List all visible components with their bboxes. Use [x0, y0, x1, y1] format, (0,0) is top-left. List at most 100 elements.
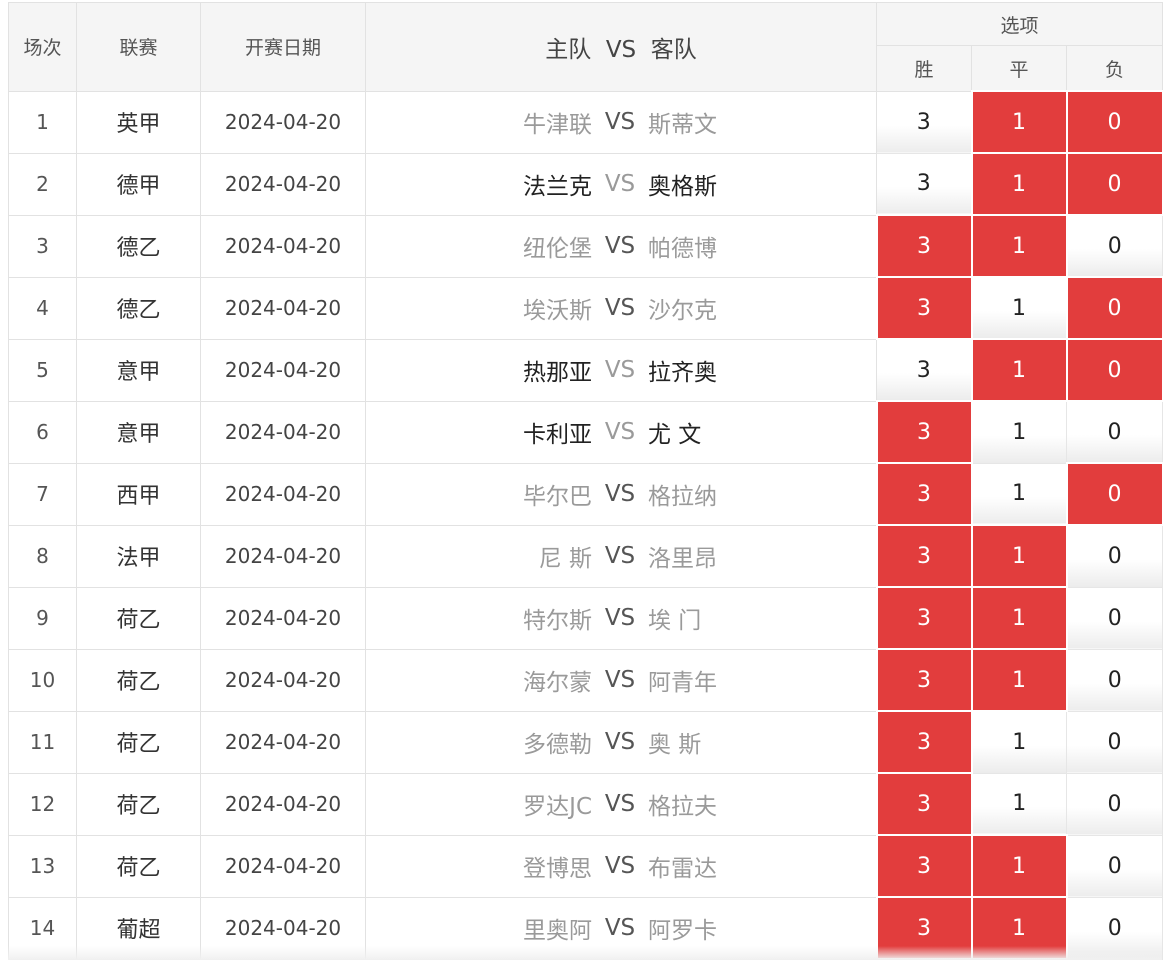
option-win[interactable]: 3	[875, 586, 973, 650]
match-index: 12	[8, 772, 77, 836]
home-team: 多德勒	[523, 732, 592, 758]
away-team: 沙尔克	[648, 298, 717, 324]
league-name: 意甲	[76, 338, 201, 402]
option-win[interactable]: 3	[875, 772, 973, 836]
vs-label: VS	[604, 109, 636, 135]
away-team: 奥 斯	[648, 732, 702, 758]
matchup-cell: 法兰克 VS 奥格斯	[365, 152, 877, 216]
option-draw[interactable]: 1	[970, 524, 1068, 588]
header-home: 主队	[545, 36, 592, 63]
option-draw[interactable]: 1	[971, 462, 1067, 526]
option-win[interactable]: 3	[875, 276, 973, 340]
option-win[interactable]: 3	[875, 462, 973, 526]
header-date: 开赛日期	[200, 2, 366, 92]
vs-label: VS	[604, 543, 636, 569]
match-date: 2024-04-20	[200, 772, 366, 836]
table-row: 4 德乙 2024-04-20 埃沃斯 VS 沙尔克 3 1 0	[8, 276, 1164, 340]
match-date: 2024-04-20	[200, 648, 366, 712]
match-index: 9	[8, 586, 77, 650]
header-loss: 负	[1065, 45, 1164, 92]
option-win[interactable]: 3	[876, 152, 972, 216]
home-team: 海尔蒙	[523, 670, 592, 696]
header-league: 联赛	[76, 2, 201, 92]
option-loss[interactable]: 0	[1065, 400, 1164, 464]
league-name: 德乙	[76, 276, 201, 340]
table-row: 8 法甲 2024-04-20 尼 斯 VS 洛里昂 3 1 0	[8, 524, 1164, 588]
matchup-cell: 尼 斯 VS 洛里昂	[365, 524, 877, 588]
away-team: 斯蒂文	[648, 112, 717, 138]
option-draw[interactable]: 1	[971, 276, 1067, 340]
option-win[interactable]: 3	[875, 834, 973, 898]
away-team: 拉齐奥	[648, 360, 717, 386]
option-win[interactable]: 3	[876, 90, 972, 154]
home-team: 纽伦堡	[523, 236, 592, 262]
table-row: 9 荷乙 2024-04-20 特尔斯 VS 埃 门 310	[8, 586, 1164, 650]
option-loss[interactable]: 0	[1065, 214, 1164, 278]
option-loss[interactable]: 0	[1065, 276, 1164, 340]
header-draw: 平	[971, 45, 1067, 92]
vs-label: VS	[604, 171, 636, 197]
option-loss[interactable]: 0	[1065, 462, 1164, 526]
option-loss[interactable]: 0	[1065, 90, 1164, 154]
option-win[interactable]: 3	[875, 710, 973, 774]
option-loss[interactable]: 0	[1065, 772, 1164, 836]
option-win[interactable]: 3	[876, 338, 972, 402]
match-date: 2024-04-20	[200, 152, 366, 216]
vs-label: VS	[604, 233, 636, 259]
option-loss[interactable]: 0	[1065, 586, 1164, 650]
match-date: 2024-04-20	[200, 400, 366, 464]
match-date: 2024-04-20	[200, 276, 366, 340]
option-loss[interactable]: 0	[1065, 152, 1164, 216]
option-loss[interactable]: 0	[1065, 338, 1164, 402]
option-draw[interactable]: 1	[970, 90, 1068, 154]
table-row: 1 英甲 2024-04-20 牛津联 VS 斯蒂文 3 1 0	[8, 90, 1164, 154]
option-loss[interactable]: 0	[1065, 710, 1164, 774]
header-vs: VS	[605, 36, 637, 63]
option-draw[interactable]: 1	[970, 214, 1068, 278]
option-draw[interactable]: 1	[971, 400, 1067, 464]
league-name: 荷乙	[76, 648, 201, 712]
match-table: 场次 联赛 开赛日期 主队 VS 客队 选项 胜 平 负 1 英甲 2024-04-…	[8, 2, 1164, 960]
option-draw[interactable]: 1	[970, 338, 1068, 402]
match-date: 2024-04-20	[200, 586, 366, 650]
league-name: 荷乙	[76, 586, 201, 650]
home-team: 法兰克	[523, 174, 592, 200]
home-team: 牛津联	[523, 112, 592, 138]
option-draw[interactable]: 1	[970, 648, 1068, 712]
bottom-fade	[8, 946, 1162, 960]
away-team: 布雷达	[648, 856, 717, 882]
option-loss[interactable]: 0	[1065, 524, 1164, 588]
matchup-cell: 特尔斯 VS 埃 门	[365, 586, 877, 650]
option-draw[interactable]: 1	[970, 834, 1068, 898]
option-loss[interactable]: 0	[1065, 834, 1164, 898]
home-team: 毕尔巴	[523, 484, 592, 510]
match-index: 1	[8, 90, 77, 154]
match-index: 2	[8, 152, 77, 216]
option-loss[interactable]: 0	[1065, 648, 1164, 712]
option-draw[interactable]: 1	[970, 152, 1068, 216]
table-row: 10 荷乙 2024-04-20 海尔蒙 VS 阿青年 3 1 0	[8, 648, 1164, 712]
home-team: 里奥阿	[523, 918, 592, 944]
option-draw[interactable]: 1	[971, 710, 1067, 774]
vs-label: VS	[604, 853, 636, 879]
match-date: 2024-04-20	[200, 524, 366, 588]
table-row: 3 德乙 2024-04-20 纽伦堡 VS 帕德博 3 1 0	[8, 214, 1164, 278]
match-date: 2024-04-20	[200, 338, 366, 402]
option-win[interactable]: 3	[875, 400, 973, 464]
away-team: 帕德博	[648, 236, 717, 262]
home-team: 热那亚	[523, 360, 592, 386]
league-name: 英甲	[76, 90, 201, 154]
option-draw[interactable]: 1	[971, 772, 1067, 836]
league-name: 荷乙	[76, 834, 201, 898]
option-draw[interactable]: 1	[970, 586, 1068, 650]
option-win[interactable]: 3	[875, 524, 973, 588]
header-index: 场次	[8, 2, 77, 92]
away-team: 阿青年	[648, 670, 717, 696]
header-matchup: 主队 VS 客队	[365, 2, 877, 92]
home-team: 罗达JC	[523, 794, 592, 820]
table-row: 12 荷乙 2024-04-20 罗达JC VS 格拉夫 3 1 0	[8, 772, 1164, 836]
header-win: 胜	[876, 45, 972, 92]
option-win[interactable]: 3	[875, 648, 973, 712]
matchup-cell: 毕尔巴 VS 格拉纳	[365, 462, 877, 526]
option-win[interactable]: 3	[875, 214, 973, 278]
